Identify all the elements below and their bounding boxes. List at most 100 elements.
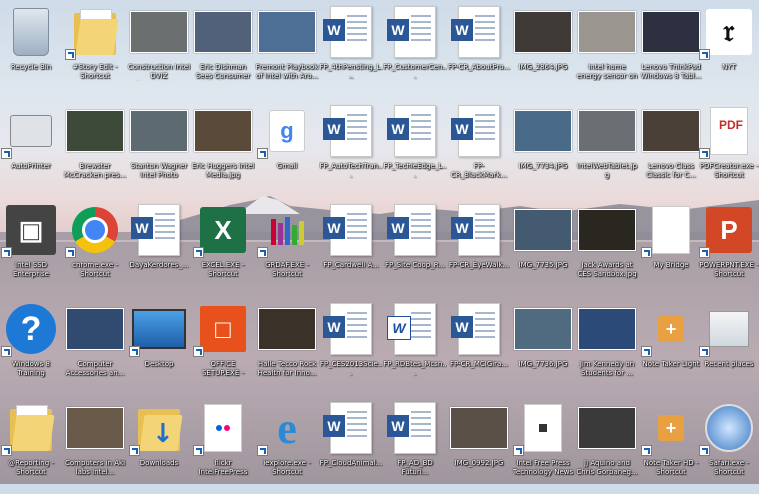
photo-thumbnail [577,103,637,159]
desktop-icon-reporting[interactable]: @Reporting - Shortcut [0,398,62,494]
desktop-icon-stanton-wagner[interactable]: Stanton Wagner Intel Photo Conte... [128,101,190,197]
desktop-icon-note-taker-light[interactable]: + Note Taker Light [640,299,702,395]
desktop-icon-office-setup[interactable]: □ OFFICE SETUP.EXE - Shortcut [192,299,254,395]
desktop-icon-construction-intel[interactable]: Construction Intel DVIZ Developers... [128,2,190,98]
desktop-icon-iexplore[interactable]: e iexplore.exe - Shortcut [256,398,318,494]
desktop-icon-computer-accessories[interactable]: Computer Accessories an... [64,299,126,395]
desktop-icon-fp-sitecoop[interactable]: W FP_Site Coop_R... [384,200,446,296]
desktop-icon-img-0992[interactable]: IMG_0992.JPG [448,398,510,494]
desktop-icon-pdfcreator[interactable]: PDF PDFCreator.exe - Shortcut [698,101,759,197]
desktop-icon-label: Windows 8 Training [12,360,50,377]
desktop-icon-fp-rdbtes[interactable]: W FP_RDBtes_Mcsn... [383,299,447,395]
desktop-icon-img-7736[interactable]: IMG_7736.JPG [512,299,574,395]
desktop-icon-label: IMG_7734.JPG [518,162,568,170]
desktop-icon-my-bridge[interactable]: My Bridge [640,200,702,296]
desktop-icon-recent-places[interactable]: Recent places [698,299,759,395]
desktop-icon-label: DayaKerdores_... [129,261,189,269]
desktop-icon-brewster[interactable]: Brewster McCracken pres... [64,101,126,197]
desktop-icon-excel[interactable]: X EXCEL.EXE - Shortcut [192,200,254,296]
desktop-icon-fp-cardwell[interactable]: W FP_Cardwell A... [320,200,382,296]
desktop-icon-jj-aquino[interactable]: JJ Aquino and Chris Gorbaneg... [576,398,638,494]
desktop-icon-recycle-bin[interactable]: Recycle Bin [0,2,62,98]
desktop-icon-label: Jim Kennedy on Students for ... [579,360,635,377]
desktop-icon-intelwebtablet[interactable]: IntelWebTablet.jpg [576,101,638,197]
desktop-icon-label: Intel SSD Enterprise [12,261,49,278]
desktop-icon-label: Halle Tecco Rock Health for Inno... [257,360,317,377]
desktop-icon-lenovo-thinkpad[interactable]: Lenovo ThinkPad Windows 8 Tabl... [640,2,702,98]
desktop-icon-label: Intel home energy sensor on mount... [576,63,638,80]
shortcut-arrow-icon [1,346,12,357]
desktop-icon-fp-4thpensting[interactable]: W FP_4thPensting_L... [320,2,382,98]
desktop-icon-halle-tecco[interactable]: Halle Tecco Rock Health for Inno... [256,299,318,395]
desktop-icon-fp-ad-bd[interactable]: W FP_AD_BD Futuri... [384,398,446,494]
desktop-icon-nyt[interactable]: 𝔯 NYT [698,2,759,98]
desktop-icon-grdaf[interactable]: GRDAF.EXE - Shortcut [256,200,318,296]
desktop-icon-computers-in-aki[interactable]: Computers in Aki labs Intel... [64,398,126,494]
photo-thumbnail [513,202,573,258]
desktop-icon-fp-cr-aboutpro[interactable]: W FP-CR_AboutPro... [448,2,510,98]
desktop-icon-label: JJ Aquino and Chris Gorbaneg... [576,459,638,476]
powerpoint-icon: P [699,202,759,258]
desktop-icon-downloads[interactable]: ↓ Downloads [128,398,190,494]
word-doc-icon: W [385,103,445,159]
desktop-icon-autoprinter[interactable]: AutoPrinter [0,101,62,197]
desktop-icon-intel-home-energy[interactable]: Intel home energy sensor on mount... [576,2,638,98]
desktop-icon-label: FP_RDBtes_Mcsn... [383,360,447,377]
desktop-icon-fp-customer[interactable]: W FP_CustomerCen... [383,2,447,98]
desktop-icon-jim-kennedy[interactable]: Jim Kennedy on Students for ... [576,299,638,395]
desktop-icon-lenovo-classic[interactable]: Lenovo Class Classic for C... [640,101,702,197]
desktop-icon-intel-ssd[interactable]: ▣ Intel SSD Enterprise [0,200,62,296]
word-doc-icon: W [321,4,381,60]
shortcut-arrow-icon [1,445,12,456]
desktop-icon-label: Gmail [276,162,298,170]
desktop-icon-img-7735[interactable]: IMG_7735.JPG [512,200,574,296]
desktop-icon-flickr[interactable]: flickr IntelFreePress Photostream [192,398,254,494]
ssd-icon: ▣ [1,202,61,258]
desktop-icon-label: OFFICE SETUP.EXE - Shortcut [201,360,244,377]
desktop-icon-note-taker-hd[interactable]: + Note Taker HD - Shortcut [640,398,702,494]
shortcut-arrow-icon [1,247,12,258]
desktop-icon-label: EXCEL.EXE - Shortcut [201,261,245,278]
desktop-icon-desktop[interactable]: Desktop [128,299,190,395]
desktop-icon-eric-huggers[interactable]: Eric Huggers Intel Media.jpg [192,101,254,197]
desktop-icon-chrome[interactable]: chrome.exe - Shortcut [64,200,126,296]
desktop-icon-label: Recycle Bin [10,63,52,71]
desktop-icon-fp-cr-blackmark[interactable]: W FP-CR_BlackMark... [448,101,510,197]
desktop-icon-fremont-playbook[interactable]: Fremont Playbook of Intel with Aro... [256,2,318,98]
desktop-icon-label: FP_CustomerCen... [383,63,447,80]
shortcut-arrow-icon [641,346,652,357]
flickr-icon [193,400,253,456]
desktop-icon-label: FP_CloudAnimal... [319,459,383,467]
photo-thumbnail [577,301,637,357]
desktop-icon-label: #Story Edit - Shortcut [72,63,118,80]
desktop-icon-gmail[interactable]: g Gmail [256,101,318,197]
folder-icon [1,400,61,456]
desktop-icon-safari[interactable]: Safari.exe - Shortcut [698,398,759,494]
shortcut-arrow-icon [1,148,12,159]
desktop-icon-fp-cloudanimal[interactable]: W FP_CloudAnimal... [320,398,382,494]
desktop-icon-eric-dishman[interactable]: Eric Dishman Sees Consumer Techno... [192,2,254,98]
desktop-icon-img-7734[interactable]: IMG_7734.JPG [512,101,574,197]
desktop-icon-intel-free-press[interactable]: Intel Free Press Technology News [512,398,574,494]
desktop-icon-fp-cr-eyewalk[interactable]: W FP-CR_EyeWalk... [448,200,510,296]
desktop-icon-label: FP-CR_EyeWalk... [448,261,510,269]
shortcut-arrow-icon [193,445,204,456]
shortcut-arrow-icon [65,247,76,258]
desktop-icon-fp-techedge[interactable]: W FP_TechieEdge_L... [383,101,447,197]
desktop-icon-fp-autotech[interactable]: W FP_AutoTechTran... [320,101,382,197]
desktop-icon-label: flickr IntelFreePress Photostream [198,459,248,476]
desktop-icon-dayakerdores[interactable]: W DayaKerdores_... [128,200,190,296]
desktop-icon-label: Lenovo Class Classic for C... [646,162,696,179]
desktop-icon-img-2864[interactable]: IMG_2864.JPG [512,2,574,98]
photo-thumbnail [513,103,573,159]
photo-thumbnail [449,400,509,456]
chrome-icon [65,202,125,258]
desktop-icon-story-edit[interactable]: #Story Edit - Shortcut [64,2,126,98]
desktop-icon-windows-training[interactable]: ? Windows 8 Training [0,299,62,395]
desktop-icon-fp-cr-mcigira[interactable]: W FP-CR_MCIGira... [448,299,510,395]
desktop-icon-jack-awards[interactable]: Jack Awards at CES Sandbox.jpg [576,200,638,296]
desktop-icon-powerpnt[interactable]: P POWERPNT.EXE - Shortcut [698,200,759,296]
word-doc-icon: W [321,202,381,258]
desktop-icon-label: FP-CR_AboutPro... [447,63,511,71]
desktop-icon-fp-ces2013[interactable]: W FP_CES2013Scie... [320,299,382,395]
